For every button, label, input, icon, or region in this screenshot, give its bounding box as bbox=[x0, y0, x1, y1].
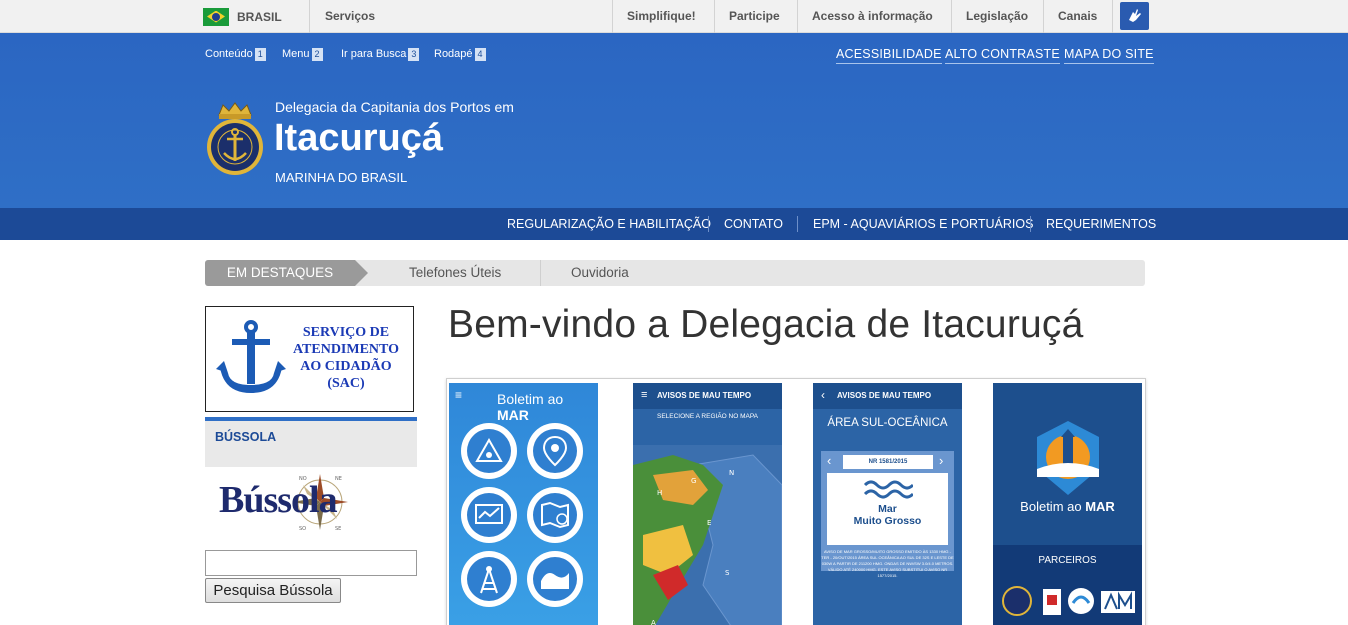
next-arrow-icon: › bbox=[939, 453, 944, 468]
gov-brasil-link[interactable]: BRASIL bbox=[203, 0, 282, 33]
menu-item-requerimentos[interactable]: REQUERIMENTOS bbox=[1046, 208, 1156, 240]
content-tabs: EM DESTAQUES Telefones Úteis Ouvidoria bbox=[205, 260, 1145, 286]
gov-link-participe[interactable]: Participe bbox=[729, 0, 780, 33]
svg-text:H: H bbox=[657, 489, 662, 497]
skip-link-rodape[interactable]: Rodapé 4 bbox=[434, 48, 486, 61]
divider bbox=[1043, 0, 1044, 33]
org-name[interactable]: Itacuruçá bbox=[274, 117, 443, 160]
weather-warning-icon bbox=[461, 423, 517, 479]
bussola-section-heading: BÚSSOLA bbox=[205, 417, 417, 467]
menu-separator bbox=[708, 216, 709, 232]
svg-text:N: N bbox=[729, 469, 734, 477]
boletim-title: Boletim ao MAR bbox=[497, 391, 564, 423]
svg-text:S: S bbox=[725, 569, 730, 577]
org-subtitle: MARINHA DO BRASIL bbox=[275, 170, 408, 185]
avisos-header: AVISOS DE MAU TEMPO bbox=[813, 383, 962, 409]
gov-link-canais[interactable]: Canais bbox=[1058, 0, 1097, 33]
svg-text:SO: SO bbox=[299, 526, 306, 532]
chart-monitor-icon bbox=[461, 487, 517, 543]
menu-separator bbox=[797, 216, 798, 232]
aviso-text: AVISO DE MAR GROSSO/MUITO GROSSO EMITIDO… bbox=[821, 549, 954, 578]
tab-ouvidoria[interactable]: Ouvidoria bbox=[571, 260, 629, 286]
svg-text:A: A bbox=[651, 619, 656, 625]
org-prefix: Delegacia da Capitania dos Portos em bbox=[275, 99, 514, 115]
skip-link-busca[interactable]: Ir para Busca 3 bbox=[341, 48, 420, 61]
sac-text: SERVIÇO DE ATENDIMENTO AO CIDADÃO (SAC) bbox=[292, 325, 400, 391]
gov-link-legislacao[interactable]: Legislação bbox=[966, 0, 1028, 33]
tab-active-arrow bbox=[355, 260, 368, 286]
radio-tower-icon bbox=[461, 551, 517, 607]
gov-servicos-link[interactable]: Serviços bbox=[325, 0, 375, 33]
area-title: ÁREA SUL-OCEÂNICA bbox=[827, 417, 948, 429]
gov-top-bar: BRASIL Serviços Simplifique! Participe A… bbox=[0, 0, 1348, 33]
menu-separator bbox=[1030, 216, 1031, 232]
avisos-header: AVISOS DE MAU TEMPO bbox=[633, 383, 782, 409]
alto-contraste-link[interactable]: ALTO CONTRASTE bbox=[945, 47, 1060, 64]
tab-separator bbox=[540, 260, 541, 286]
boletim-title: Boletim ao MAR bbox=[1020, 499, 1115, 514]
select-region-text: SELECIONE A REGIÃO NO MAPA bbox=[656, 413, 759, 420]
bussola-logo-text: Bússola bbox=[219, 479, 338, 521]
divider bbox=[309, 0, 310, 33]
mapa-do-site-link[interactable]: MAPA DO SITE bbox=[1064, 47, 1154, 64]
parceiros-label: PARCEIROS bbox=[1038, 555, 1097, 566]
aviso-number: NR 1581/2015 bbox=[843, 455, 933, 469]
bussola-heading-label: BÚSSOLA bbox=[215, 430, 277, 444]
carousel-slide-avisos-mapa[interactable]: AVISOS DE MAU TEMPO ≡ SELECIONE A REGIÃO… bbox=[633, 383, 782, 625]
svg-text:G: G bbox=[691, 477, 696, 485]
back-arrow-icon: ‹ bbox=[821, 388, 825, 402]
prev-arrow-icon: ‹ bbox=[827, 453, 832, 468]
divider bbox=[797, 0, 798, 33]
main-menu: REGULARIZAÇÃO E HABILITAÇÃO CONTATO EPM … bbox=[0, 208, 1348, 240]
tab-em-destaques[interactable]: EM DESTAQUES bbox=[205, 260, 355, 286]
svg-text:E: E bbox=[707, 519, 711, 527]
brazil-flag-icon bbox=[203, 7, 229, 26]
featured-carousel[interactable]: ≡ Boletim ao MAR AVISOS DE MAU TEMPO ≡ S… bbox=[446, 378, 1146, 625]
marinha-emblem-icon[interactable] bbox=[205, 101, 265, 177]
nautical-chart-icon bbox=[527, 487, 583, 543]
svg-text:SE: SE bbox=[335, 526, 341, 532]
divider bbox=[612, 0, 613, 33]
carousel-slide-avisos-area[interactable]: AVISOS DE MAU TEMPO ‹ ÁREA SUL-OCEÂNICA … bbox=[813, 383, 962, 625]
carousel-slide-boletim-parceiros[interactable]: Boletim ao MAR PARCEIROS bbox=[993, 383, 1142, 625]
gov-link-simplifique[interactable]: Simplifique! bbox=[627, 0, 696, 33]
anchor-icon bbox=[216, 320, 286, 393]
site-header: Conteúdo 1 Menu 2 Ir para Busca 3 Rodapé 4 A… bbox=[0, 33, 1348, 208]
sign-language-icon[interactable] bbox=[1120, 2, 1149, 30]
skip-link-conteudo[interactable]: Conteúdo 1 bbox=[205, 48, 266, 61]
divider bbox=[714, 0, 715, 33]
gov-link-acesso-informacao[interactable]: Acesso à informação bbox=[812, 0, 933, 33]
parceiros-band: PARCEIROS bbox=[993, 545, 1142, 625]
map-pin-icon bbox=[527, 423, 583, 479]
hamburger-menu-icon: ≡ bbox=[641, 389, 648, 401]
partner-logos-icon bbox=[1002, 586, 1135, 616]
bussola-search-button[interactable]: Pesquisa Bússola bbox=[205, 578, 341, 603]
sac-banner[interactable]: SERVIÇO DE ATENDIMENTO AO CIDADÃO (SAC) bbox=[205, 306, 414, 412]
divider bbox=[1112, 0, 1113, 33]
bussola-search-input[interactable] bbox=[205, 550, 417, 576]
menu-item-regularizacao[interactable]: REGULARIZAÇÃO E HABILITAÇÃO bbox=[507, 208, 711, 240]
wave-icon bbox=[527, 551, 583, 607]
menu-item-contato[interactable]: CONTATO bbox=[724, 208, 783, 240]
menu-item-epm[interactable]: EPM - AQUAVIÁRIOS E PORTUÁRIOS bbox=[813, 208, 1033, 240]
lighthouse-logo-icon bbox=[1037, 421, 1099, 495]
tab-telefones-uteis[interactable]: Telefones Úteis bbox=[409, 260, 501, 286]
waves-icon bbox=[863, 480, 913, 499]
page-title: Bem-vindo a Delegacia de Itacuruçá bbox=[448, 303, 1084, 346]
bussola-logo[interactable]: NO NE SO SE Bússola bbox=[215, 470, 355, 534]
carousel-slide-boletim-app[interactable]: ≡ Boletim ao MAR bbox=[449, 383, 598, 625]
gov-brasil-label: BRASIL bbox=[237, 9, 282, 24]
skip-link-menu[interactable]: Menu 2 bbox=[282, 48, 323, 61]
hamburger-menu-icon: ≡ bbox=[455, 388, 463, 402]
sea-state: Mar Muito Grosso bbox=[853, 503, 922, 527]
divider bbox=[951, 0, 952, 33]
brazil-map-icon: H G N E S A bbox=[633, 445, 782, 625]
acessibilidade-link[interactable]: ACESSIBILIDADE bbox=[836, 47, 942, 64]
